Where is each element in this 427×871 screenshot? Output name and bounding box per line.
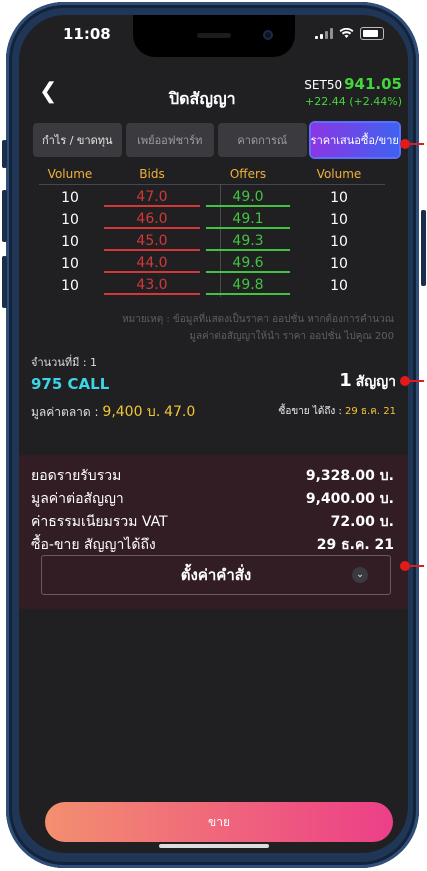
contract-count: 1 <box>339 370 352 391</box>
col-bid-volume: Volume <box>47 167 93 181</box>
offer-price[interactable]: 49.3 <box>206 233 290 251</box>
market-value-amount: 9,400 บ. <box>102 404 161 420</box>
page-title: ปิดสัญญา <box>169 89 236 108</box>
bid-price[interactable]: 43.0 <box>104 277 200 295</box>
orderbook-note: หมายเหตุ : ข้อมูลที่แสดงเป็นราคา ออปชั่น… <box>122 314 394 342</box>
tab-forecast[interactable]: คาดการณ์ <box>218 123 307 157</box>
offer-volume: 10 <box>330 256 348 272</box>
bid-price[interactable]: 47.0 <box>104 189 200 207</box>
bid-volume: 10 <box>61 278 79 294</box>
market-value: มูลค่าตลาด : 9,400 บ. 47.0 <box>31 404 196 420</box>
offer-price[interactable]: 49.6 <box>206 255 290 273</box>
index-change: +22.44 (+2.44%) <box>305 95 402 108</box>
back-icon[interactable]: ❮ <box>39 79 57 104</box>
summary-row: ซื้อ-ขาย สัญญาได้ถึง 29 ธ.ค. 21 <box>31 536 394 553</box>
chevron-down-icon[interactable]: ⌄ <box>352 567 368 583</box>
index-quote: SET50 941.05 +22.44 (+2.44%) <box>304 75 402 108</box>
col-bids: Bids <box>139 167 165 181</box>
contract-quantity[interactable]: 1 สัญญา <box>339 370 396 393</box>
orderbook-row: 10 46.0 49.1 10 <box>39 209 385 231</box>
offer-volume: 10 <box>330 212 348 228</box>
bid-price[interactable]: 45.0 <box>104 233 200 251</box>
order-settings-label: ตั้งค่าคำสั่ง <box>180 566 252 584</box>
callout-marker <box>400 139 410 149</box>
side-button <box>421 210 426 286</box>
orderbook-header: Volume Bids Offers Volume <box>39 167 385 185</box>
orderbook: 10 47.0 49.0 10 10 46.0 49.1 10 10 45.0 … <box>39 187 385 297</box>
bid-price[interactable]: 44.0 <box>104 255 200 273</box>
summary-row: มูลค่าต่อสัญญา 9,400.00 บ. <box>31 490 394 507</box>
status-icons <box>315 27 384 40</box>
orderbook-row: 10 45.0 49.3 10 <box>39 231 385 253</box>
status-time: 11:08 <box>63 25 111 43</box>
offer-price[interactable]: 49.8 <box>206 277 290 295</box>
bid-volume: 10 <box>61 212 79 228</box>
app-screen: 11:08 ❮ ปิดสัญญา SET50 941.05 +22.44 (+2.… <box>19 15 408 853</box>
available-quantity: จำนวนที่มี : 1 <box>31 356 98 369</box>
index-value: 941.05 <box>344 75 402 93</box>
home-indicator <box>159 844 269 848</box>
signal-icon <box>315 28 333 39</box>
col-offer-volume: Volume <box>316 167 362 181</box>
offer-price[interactable]: 49.0 <box>206 189 290 207</box>
summary-row: ยอดรายรับรวม 9,328.00 บ. <box>31 467 394 484</box>
offer-volume: 10 <box>330 234 348 250</box>
summary-row: ค่าธรรมเนียมรวม VAT 72.00 บ. <box>31 513 394 530</box>
orderbook-row: 10 43.0 49.8 10 <box>39 275 385 297</box>
tab-payoff-chart[interactable]: เพย์ออฟชาร์ท <box>125 123 214 157</box>
tab-bid-offer[interactable]: ราคาเสนอซื้อ/ขาย <box>310 123 399 157</box>
side-button <box>2 256 7 308</box>
tab-bar: กำไร / ขาดทุน เพย์ออฟชาร์ท คาดการณ์ ราคา… <box>33 123 399 157</box>
bid-volume: 10 <box>61 234 79 250</box>
index-name: SET50 <box>304 78 343 92</box>
battery-icon <box>360 27 384 40</box>
tab-profit-loss[interactable]: กำไร / ขาดทุน <box>33 123 122 157</box>
offer-price[interactable]: 49.1 <box>206 211 290 229</box>
series-name: 975 CALL <box>31 375 110 393</box>
trade-until: ซื้อขาย ได้ถึง : 29 ธ.ค. 21 <box>278 406 396 417</box>
bid-price[interactable]: 46.0 <box>104 211 200 229</box>
side-button <box>2 140 7 168</box>
sell-button[interactable]: ขาย <box>45 802 393 842</box>
wifi-icon <box>339 28 354 38</box>
notch <box>133 15 295 57</box>
orderbook-row: 10 47.0 49.0 10 <box>39 187 385 209</box>
market-price: 47.0 <box>164 404 196 420</box>
contract-unit: สัญญา <box>355 374 396 390</box>
side-button <box>2 190 7 242</box>
bid-volume: 10 <box>61 190 79 206</box>
callout-marker <box>400 376 410 386</box>
order-settings-button[interactable]: ตั้งค่าคำสั่ง ⌄ <box>41 555 391 595</box>
col-offers: Offers <box>229 167 267 181</box>
offer-volume: 10 <box>330 278 348 294</box>
orderbook-row: 10 44.0 49.6 10 <box>39 253 385 275</box>
offer-volume: 10 <box>330 190 348 206</box>
bid-volume: 10 <box>61 256 79 272</box>
callout-marker <box>400 561 410 571</box>
trade-until-date: 29 ธ.ค. 21 <box>345 406 396 417</box>
